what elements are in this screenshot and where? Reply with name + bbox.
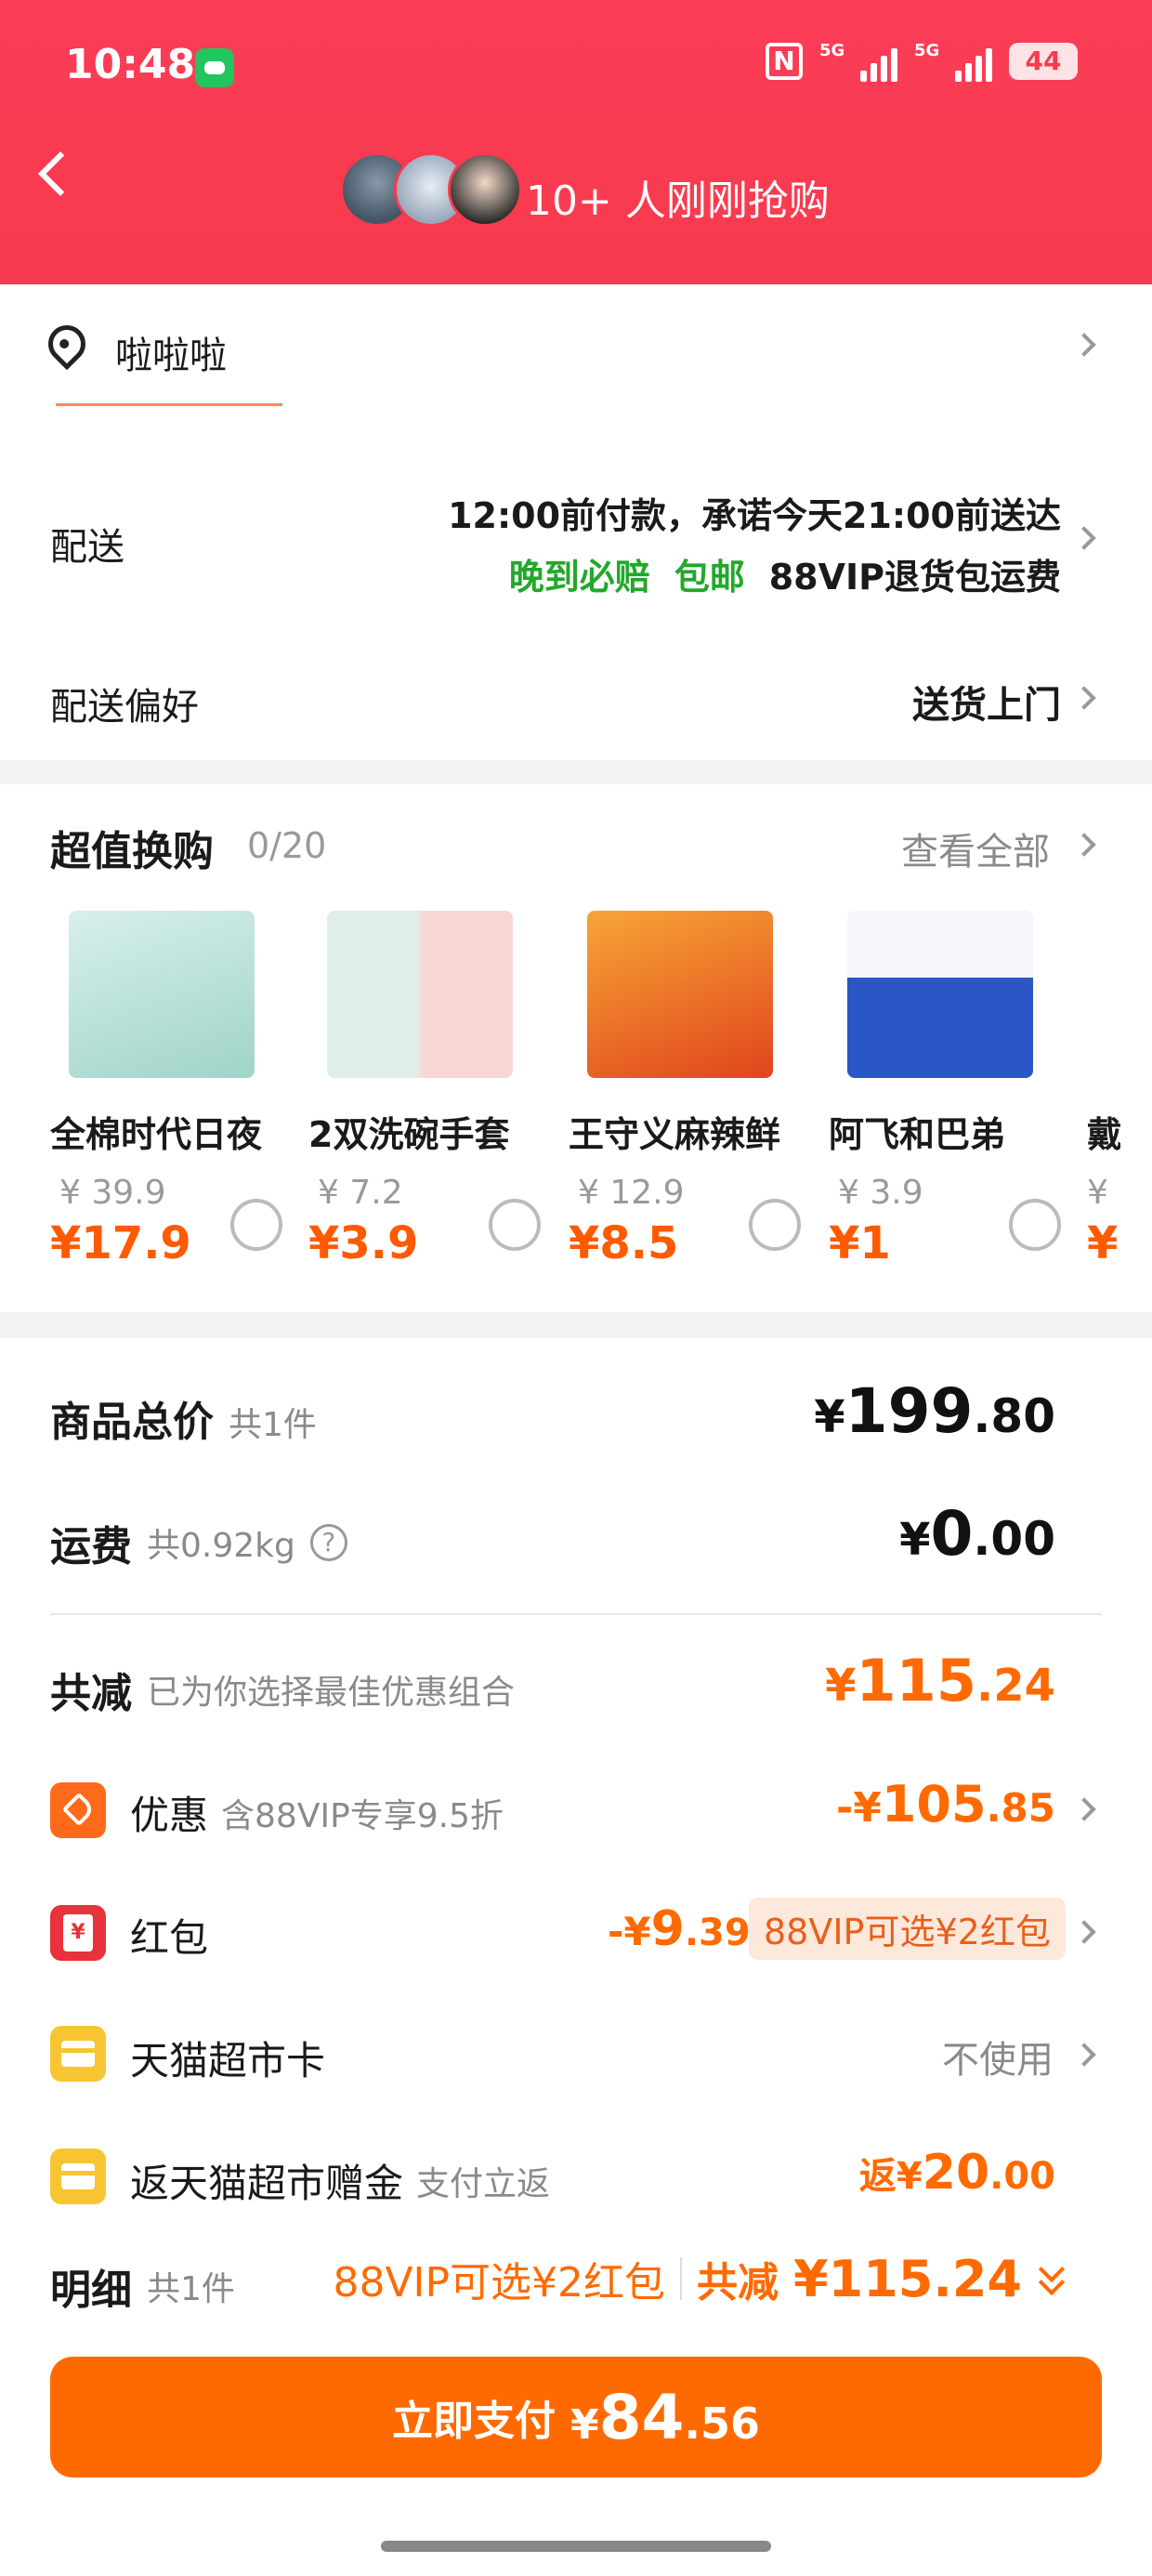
- see-all-link[interactable]: 查看全部: [901, 821, 1050, 875]
- product-image: [847, 911, 1033, 1078]
- product-new-price: ¥: [1087, 1217, 1119, 1269]
- signal-icon: 5G: [819, 41, 897, 82]
- rebate-row: 返天猫超市赠金 支付立返: [130, 2152, 550, 2209]
- select-radio[interactable]: [489, 1199, 541, 1251]
- discount-row: 共减 已为你选择最佳优惠组合: [50, 1660, 515, 1719]
- help-icon[interactable]: ?: [309, 1524, 347, 1561]
- buyers-count-text: 10+ 人刚刚抢购: [526, 177, 830, 225]
- free-shipping-tag: 包邮: [674, 557, 745, 598]
- product-image: [1087, 911, 1120, 1078]
- wechat-notification-icon: [195, 48, 234, 87]
- product-image: [587, 911, 773, 1078]
- header-bar: 10:48 N 5G 5G 44 10+ 人刚刚抢购: [0, 0, 1152, 284]
- coupon-label: 优惠: [130, 1793, 209, 1838]
- product-old-price: ¥: [1087, 1174, 1108, 1212]
- signal-icon-2: 5G: [914, 41, 992, 82]
- coupon-tag-icon: [50, 1782, 106, 1838]
- rebate-hint: 支付立返: [416, 2164, 551, 2203]
- product-image: [69, 911, 255, 1078]
- home-indicator[interactable]: [381, 2541, 771, 2552]
- buyer-avatars: [340, 152, 522, 227]
- goods-total-amount: ¥199.80: [814, 1375, 1055, 1447]
- detail-count: 共1件: [147, 2270, 235, 2308]
- goods-total-row: 商品总价 共1件: [50, 1388, 317, 1448]
- detail-total-label: 共减: [697, 2259, 779, 2307]
- swap-product-partial[interactable]: 戴 ¥ ¥: [1087, 911, 1120, 1269]
- shipping-row: 运费 共0.92kg ?: [50, 1513, 347, 1572]
- product-name: 全棉时代日夜: [50, 1114, 263, 1155]
- goods-total-count: 共1件: [229, 1406, 317, 1444]
- chevron-down-double-icon[interactable]: [1037, 2255, 1068, 2297]
- detail-vip-text: 88VIP可选¥2红包: [333, 2259, 666, 2307]
- delivery-label: 配送: [50, 526, 124, 569]
- product-name: 阿飞和巴弟: [829, 1114, 1006, 1155]
- swap-product[interactable]: 2双洗碗手套 ¥ 7.2 ¥3.9: [308, 911, 559, 1269]
- pay-label: 立即支付: [392, 2398, 556, 2445]
- delivery-pref-value[interactable]: 送货上门: [912, 675, 1061, 729]
- delivery-promise: 12:00前付款，承诺今天21:00前送达: [448, 495, 1061, 536]
- swap-product[interactable]: 全棉时代日夜 ¥ 39.9 ¥17.9: [50, 911, 301, 1269]
- red-packet-icon: ¥: [50, 1905, 106, 1961]
- late-compensation-tag: 晚到必赔: [508, 557, 650, 598]
- product-name: 戴: [1087, 1114, 1120, 1155]
- product-name: 王守义麻辣鲜: [569, 1114, 781, 1155]
- swap-product[interactable]: 王守义麻辣鲜 ¥ 12.9 ¥8.5: [569, 911, 819, 1269]
- shipping-weight: 共0.92kg: [147, 1527, 295, 1565]
- goods-total-label: 商品总价: [50, 1399, 214, 1446]
- detail-row[interactable]: 明细 共1件: [50, 2256, 235, 2316]
- swap-count: 0/20: [247, 825, 327, 866]
- market-card-icon: [50, 2026, 106, 2082]
- red-packet-amount: -¥ 9.39: [608, 1901, 751, 1957]
- discount-amount: ¥115.24: [825, 1647, 1055, 1715]
- address-name[interactable]: 啦啦啦: [115, 325, 227, 379]
- pay-amount: ¥84.56: [570, 2381, 760, 2453]
- status-icons: N 5G 5G 44: [766, 41, 1078, 82]
- pay-now-button[interactable]: 立即支付 ¥84.56: [50, 2357, 1102, 2477]
- detail-total-value: ¥115.24: [793, 2249, 1022, 2308]
- discount-label: 共减: [50, 1670, 132, 1717]
- delivery-pref-label: 配送偏好: [50, 686, 199, 729]
- red-packet-label[interactable]: 红包: [130, 1907, 208, 1964]
- product-name: 2双洗碗手套: [308, 1114, 510, 1155]
- battery-icon: 44: [1009, 43, 1078, 80]
- select-radio[interactable]: [230, 1199, 282, 1251]
- coupon-detail: 含88VIP专享9.5折: [221, 1796, 504, 1835]
- market-card-value[interactable]: 不使用: [942, 2030, 1054, 2083]
- coupon-row[interactable]: 优惠 含88VIP专享9.5折: [130, 1784, 504, 1841]
- address-underline: [56, 403, 282, 406]
- product-image: [327, 911, 513, 1078]
- delivery-tags: 晚到必赔 包邮 88VIP退货包运费: [509, 548, 1061, 599]
- rebate-icon: [50, 2149, 106, 2204]
- detail-label: 明细: [50, 2267, 132, 2314]
- swap-title: 超值换购: [50, 828, 214, 875]
- vip-return-tag: 88VIP退货包运费: [768, 557, 1061, 598]
- divider: [50, 1613, 1102, 1615]
- shipping-amount: ¥0.00: [899, 1498, 1055, 1570]
- vip-red-packet-pill[interactable]: 88VIP可选¥2红包: [749, 1898, 1066, 1960]
- rebate-amount: 返¥ 20.00: [858, 2145, 1055, 2201]
- divider: [680, 2257, 683, 2300]
- detail-summary[interactable]: 88VIP可选¥2红包 共减 ¥115.24: [333, 2249, 1068, 2308]
- back-icon[interactable]: [37, 151, 84, 197]
- shipping-label: 运费: [50, 1523, 132, 1571]
- swap-product[interactable]: 阿飞和巴弟 ¥ 3.9 ¥1: [829, 911, 1080, 1269]
- market-card-label[interactable]: 天猫超市卡: [130, 2030, 325, 2086]
- select-radio[interactable]: [1009, 1199, 1061, 1251]
- coupon-amount: -¥ 105.85: [835, 1775, 1055, 1833]
- rebate-label: 返天猫超市赠金: [130, 2161, 404, 2206]
- select-radio[interactable]: [749, 1199, 801, 1251]
- nfc-icon: N: [766, 43, 803, 80]
- discount-hint: 已为你选择最佳优惠组合: [147, 1674, 516, 1712]
- avatar: [448, 152, 522, 227]
- status-time: 10:48: [65, 41, 196, 88]
